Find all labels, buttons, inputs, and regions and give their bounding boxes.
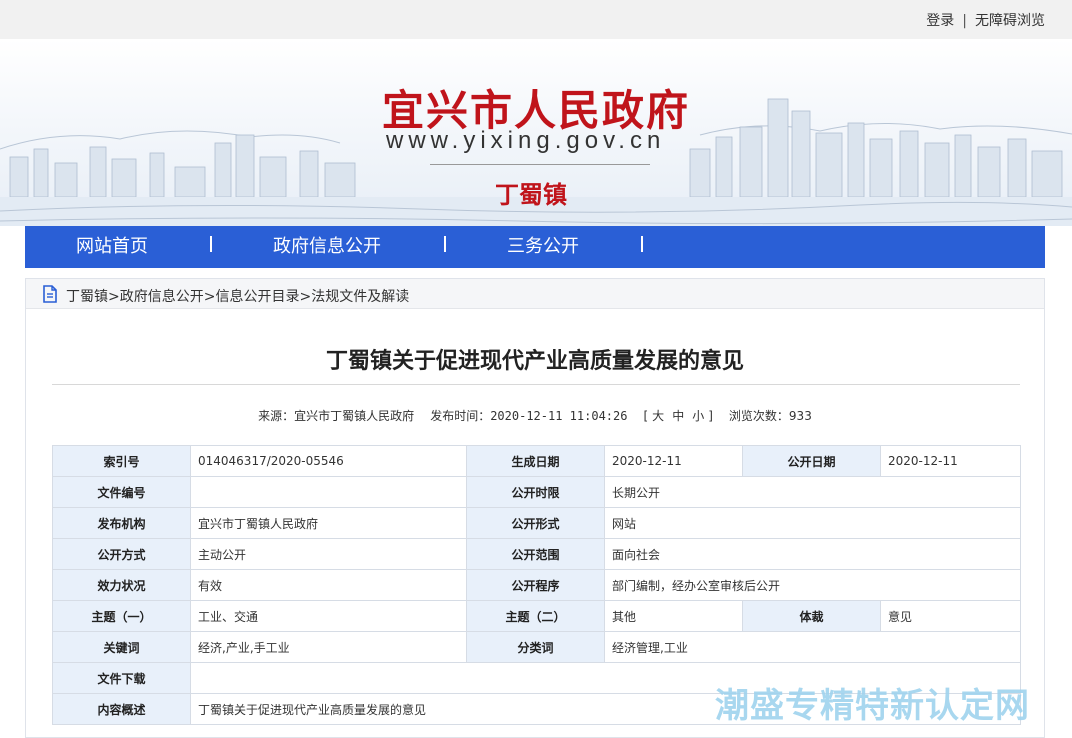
breadcrumb-separator: > — [108, 289, 120, 305]
pub-date-value: 2020-12-11 — [880, 445, 1021, 477]
doc-no-value — [190, 476, 467, 508]
site-banner: 宜兴市人民政府 www.yixing.gov.cn 丁蜀镇 — [0, 39, 1072, 226]
nav-separator — [641, 236, 643, 252]
index-no-value: 014046317/2020-05546 — [190, 445, 467, 477]
nav-three-affairs[interactable]: 三务公开 — [507, 226, 579, 268]
table-row: 公开方式 主动公开 公开范围 面向社会 — [52, 538, 1021, 570]
pub-procedure-value: 部门编制，经办公室审核后公开 — [604, 569, 1021, 601]
watermark-text: 潮盛专精特新认定网 — [715, 686, 1030, 726]
breadcrumb-item[interactable]: 丁蜀镇 — [66, 289, 108, 305]
town-name: 丁蜀镇 — [495, 181, 567, 209]
nav-separator — [444, 236, 446, 252]
breadcrumb-item[interactable]: 政府信息公开 — [120, 289, 204, 305]
pub-method-label: 公开方式 — [52, 538, 191, 570]
issuer-value: 宜兴市丁蜀镇人民政府 — [190, 507, 467, 539]
login-link[interactable]: 登录 — [926, 13, 954, 29]
views-count: 933 — [788, 409, 812, 423]
table-row: 文件编号 公开时限 长期公开 — [52, 476, 1021, 508]
top-links: 登录 | 无障碍浏览 — [926, 10, 1045, 30]
pub-scope-label: 公开范围 — [466, 538, 605, 570]
pub-form-value: 网站 — [604, 507, 1021, 539]
breadcrumb-item[interactable]: 信息公开目录 — [215, 289, 299, 305]
document-meta: 来源：宜兴市丁蜀镇人民政府 发布时间：2020-12-11 11:04:26 [大中… — [26, 407, 1044, 424]
font-size-bracket-close: ] — [708, 409, 713, 423]
nav-gov-info[interactable]: 政府信息公开 — [273, 226, 381, 268]
table-row: 主题（一） 工业、交通 主题（二） 其他 体裁 意见 — [52, 600, 1021, 632]
table-row: 效力状况 有效 公开程序 部门编制，经办公室审核后公开 — [52, 569, 1021, 601]
pub-procedure-label: 公开程序 — [466, 569, 605, 601]
topic2-value: 其他 — [604, 600, 743, 632]
validity-label: 效力状况 — [52, 569, 191, 601]
publish-time-value: 2020-12-11 11:04:26 — [490, 409, 628, 423]
main-nav: 网站首页 政府信息公开 三务公开 — [25, 226, 1045, 268]
breadcrumb-separator: > — [203, 289, 216, 305]
font-size-large[interactable]: 大 — [652, 409, 664, 423]
category-value: 经济管理,工业 — [604, 631, 1021, 663]
font-size-medium[interactable]: 中 — [672, 409, 684, 423]
breadcrumb-trail: 丁蜀镇>政府信息公开>信息公开目录>法规文件及解读 — [66, 286, 409, 306]
validity-value: 有效 — [190, 569, 467, 601]
breadcrumb: 丁蜀镇>政府信息公开>信息公开目录>法规文件及解读 — [26, 279, 1044, 309]
doc-no-label: 文件编号 — [52, 476, 191, 508]
download-label: 文件下载 — [52, 662, 191, 694]
accessibility-link[interactable]: 无障碍浏览 — [975, 13, 1045, 29]
pub-scope-value: 面向社会 — [604, 538, 1021, 570]
font-size-small[interactable]: 小 — [692, 409, 704, 423]
pub-limit-label: 公开时限 — [466, 476, 605, 508]
table-row: 关键词 经济,产业,手工业 分类词 经济管理,工业 — [52, 631, 1021, 663]
genre-value: 意见 — [880, 600, 1021, 632]
topic1-value: 工业、交通 — [190, 600, 467, 632]
nav-separator — [210, 236, 212, 252]
document-icon — [43, 285, 57, 303]
pub-limit-value: 长期公开 — [604, 476, 1021, 508]
font-size-bracket-open: [ — [643, 409, 649, 423]
keywords-value: 经济,产业,手工业 — [190, 631, 467, 663]
table-row: 发布机构 宜兴市丁蜀镇人民政府 公开形式 网站 — [52, 507, 1021, 539]
top-utility-bar: 登录 | 无障碍浏览 — [0, 0, 1072, 39]
views-label: 浏览次数： — [728, 409, 789, 423]
pub-method-value: 主动公开 — [190, 538, 467, 570]
table-row: 索引号 014046317/2020-05546 生成日期 2020-12-11… — [52, 445, 1021, 477]
banner-divider — [430, 164, 650, 165]
title-divider — [52, 384, 1020, 385]
pub-form-label: 公开形式 — [466, 507, 605, 539]
genre-label: 体裁 — [742, 600, 881, 632]
topic1-label: 主题（一） — [52, 600, 191, 632]
topic2-label: 主题（二） — [466, 600, 605, 632]
category-label: 分类词 — [466, 631, 605, 663]
site-url: www.yixing.gov.cn — [386, 127, 666, 154]
content-panel: 丁蜀镇>政府信息公开>信息公开目录>法规文件及解读 丁蜀镇关于促进现代产业高质量… — [25, 278, 1045, 738]
top-links-separator: | — [962, 13, 967, 29]
summary-label: 内容概述 — [52, 693, 191, 725]
index-no-label: 索引号 — [52, 445, 191, 477]
keywords-label: 关键词 — [52, 631, 191, 663]
publish-time-label: 发布时间： — [430, 409, 491, 423]
breadcrumb-item[interactable]: 法规文件及解读 — [311, 289, 409, 305]
document-title: 丁蜀镇关于促进现代产业高质量发展的意见 — [325, 349, 744, 374]
nav-home[interactable]: 网站首页 — [76, 226, 148, 268]
breadcrumb-separator: > — [299, 289, 312, 305]
source-value: 宜兴市丁蜀镇人民政府 — [294, 409, 415, 423]
gen-date-value: 2020-12-11 — [604, 445, 743, 477]
issuer-label: 发布机构 — [52, 507, 191, 539]
pub-date-label: 公开日期 — [742, 445, 881, 477]
gen-date-label: 生成日期 — [466, 445, 605, 477]
source-label: 来源： — [258, 409, 295, 423]
